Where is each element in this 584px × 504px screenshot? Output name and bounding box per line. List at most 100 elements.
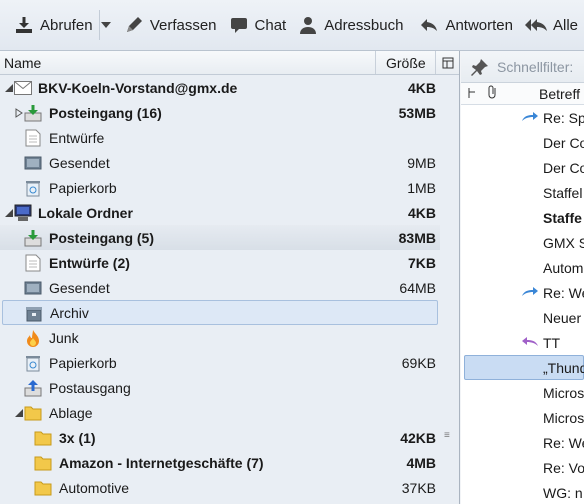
folder-row[interactable]: 3x (1) 42KB <box>0 425 440 450</box>
message-row[interactable]: Staffel <box>461 180 584 205</box>
folder-row[interactable]: Automotive 37KB <box>0 475 440 500</box>
reply-button[interactable]: Antworten <box>413 10 519 40</box>
message-row[interactable]: Re: Vo <box>461 455 584 480</box>
message-subject: Autom <box>543 259 584 276</box>
folder-icon <box>34 479 52 497</box>
message-subject: Re: We <box>543 284 584 301</box>
folder-label: Archiv <box>50 304 89 321</box>
message-subject: Re: We <box>543 434 584 451</box>
folder-row[interactable]: Ablage <box>0 400 440 425</box>
folder-size: 53MB <box>398 104 436 121</box>
folder-row[interactable]: Amazon - Internetgeschäfte (7) 4MB <box>0 450 440 475</box>
message-subject: Re: Vo <box>543 459 584 476</box>
message-subject: Micros <box>543 384 584 401</box>
message-row[interactable]: Staffe <box>461 205 584 230</box>
pin-icon[interactable] <box>471 58 489 76</box>
folder-label: Gesendet <box>49 154 110 171</box>
attachment-column-icon[interactable] <box>487 85 499 102</box>
message-row[interactable]: TT <box>461 330 584 355</box>
message-subject: Micros <box>543 409 584 426</box>
chat-button[interactable]: Chat <box>223 10 293 40</box>
folder-size: 69KB <box>401 354 436 371</box>
folder-icon <box>34 429 52 447</box>
forwarded-icon <box>521 285 539 301</box>
message-row[interactable]: Der Co <box>461 130 584 155</box>
pane-splitter-grip-icon[interactable]: ≡ <box>444 431 454 444</box>
thread-column-icon[interactable] <box>467 86 477 102</box>
expanded-twisty-icon[interactable] <box>4 83 14 93</box>
folder-row[interactable]: Gesendet 64MB <box>0 275 440 300</box>
message-row[interactable]: WG: n <box>461 480 584 504</box>
folder-size: 4KB <box>407 204 436 221</box>
folder-row[interactable]: Archiv <box>2 300 438 325</box>
folder-label: Postausgang <box>49 379 131 396</box>
get-messages-label: Abrufen <box>40 16 93 34</box>
folder-size: 64MB <box>399 279 436 296</box>
folder-row[interactable]: BKV-Koeln-Vorstand@gmx.de 4KB <box>0 75 440 100</box>
folder-size: 1MB <box>407 179 436 196</box>
folder-row[interactable]: Posteingang (5) 83MB <box>0 225 440 250</box>
folder-label: Amazon - Internetgeschäfte (7) <box>59 454 264 471</box>
folder-row[interactable]: Entwürfe (2) 7KB <box>0 250 440 275</box>
column-size[interactable]: Größe <box>375 51 435 74</box>
get-messages-dropdown[interactable] <box>98 10 112 40</box>
forwarded-icon <box>521 110 539 126</box>
main-toolbar: Abrufen Verfassen Chat Adressbuch Antwor… <box>0 0 584 51</box>
folder-label: 3x (1) <box>59 429 96 446</box>
message-row[interactable]: Neuer <box>461 305 584 330</box>
folder-row[interactable]: Postausgang <box>0 375 440 400</box>
folder-size: 7KB <box>407 254 436 271</box>
download-icon <box>16 17 32 33</box>
expanded-twisty-icon[interactable] <box>4 208 14 218</box>
folder-row[interactable]: Papierkorb 1MB <box>0 175 440 200</box>
message-subject: Der Co <box>543 134 584 151</box>
message-row[interactable]: Micros <box>461 405 584 430</box>
message-row-selected[interactable]: „Thund <box>464 355 584 380</box>
folder-row[interactable]: Papierkorb 69KB <box>0 350 440 375</box>
get-messages-button[interactable]: Abrufen <box>8 10 99 40</box>
folder-row[interactable]: Junk <box>0 325 440 350</box>
folder-row[interactable]: Gesendet 9MB <box>0 150 440 175</box>
expanded-twisty-icon[interactable] <box>14 408 24 418</box>
folder-column-header: Name Größe <box>0 51 459 75</box>
message-row[interactable]: Re: We <box>461 430 584 455</box>
collapsed-twisty-icon[interactable] <box>14 107 24 118</box>
computer-icon <box>14 204 32 222</box>
folder-label: Entwürfe (2) <box>49 254 130 271</box>
folder-label: Posteingang (16) <box>49 104 162 121</box>
folder-label: Lokale Ordner <box>38 204 133 221</box>
folder-row[interactable]: Posteingang (16) 53MB <box>0 100 440 125</box>
reply-all-arrow-icon <box>524 19 547 31</box>
folder-row[interactable]: Entwürfe <box>0 125 440 150</box>
outbox-icon <box>24 379 42 397</box>
message-row[interactable]: Autom <box>461 255 584 280</box>
folder-label: Gesendet <box>49 279 110 296</box>
address-book-label: Adressbuch <box>324 16 404 34</box>
folder-label: Junk <box>49 329 79 346</box>
message-row[interactable]: Micros <box>461 380 584 405</box>
message-row[interactable]: Re: Sp <box>461 105 584 130</box>
drafts-icon <box>24 254 42 272</box>
message-subject: Re: Sp <box>543 109 584 126</box>
quick-filter-bar: Schnellfilter: <box>461 51 584 83</box>
message-row[interactable]: Der Co <box>461 155 584 180</box>
drafts-icon <box>24 129 42 147</box>
reply-all-button[interactable]: Alle <box>519 10 584 40</box>
archive-icon <box>25 304 43 322</box>
message-row[interactable]: Re: We <box>461 280 584 305</box>
folder-size: 37KB <box>401 479 436 496</box>
compose-button[interactable]: Verfassen <box>118 10 223 40</box>
folder-icon <box>34 454 52 472</box>
message-subject: GMX S <box>543 234 584 251</box>
column-picker-icon[interactable] <box>435 51 459 74</box>
address-book-button[interactable]: Adressbuch <box>292 10 409 40</box>
folder-row[interactable]: Lokale Ordner 4KB <box>0 200 440 225</box>
quick-filter-input[interactable]: Schnellfilter: <box>497 59 573 75</box>
column-name[interactable]: Name <box>0 55 375 71</box>
folder-icon <box>24 404 42 422</box>
envelope-icon <box>14 79 32 97</box>
folder-label: Papierkorb <box>49 354 117 371</box>
message-row[interactable]: GMX S <box>461 230 584 255</box>
inbox-icon <box>24 104 42 122</box>
column-subject[interactable]: Betreff <box>539 86 580 102</box>
